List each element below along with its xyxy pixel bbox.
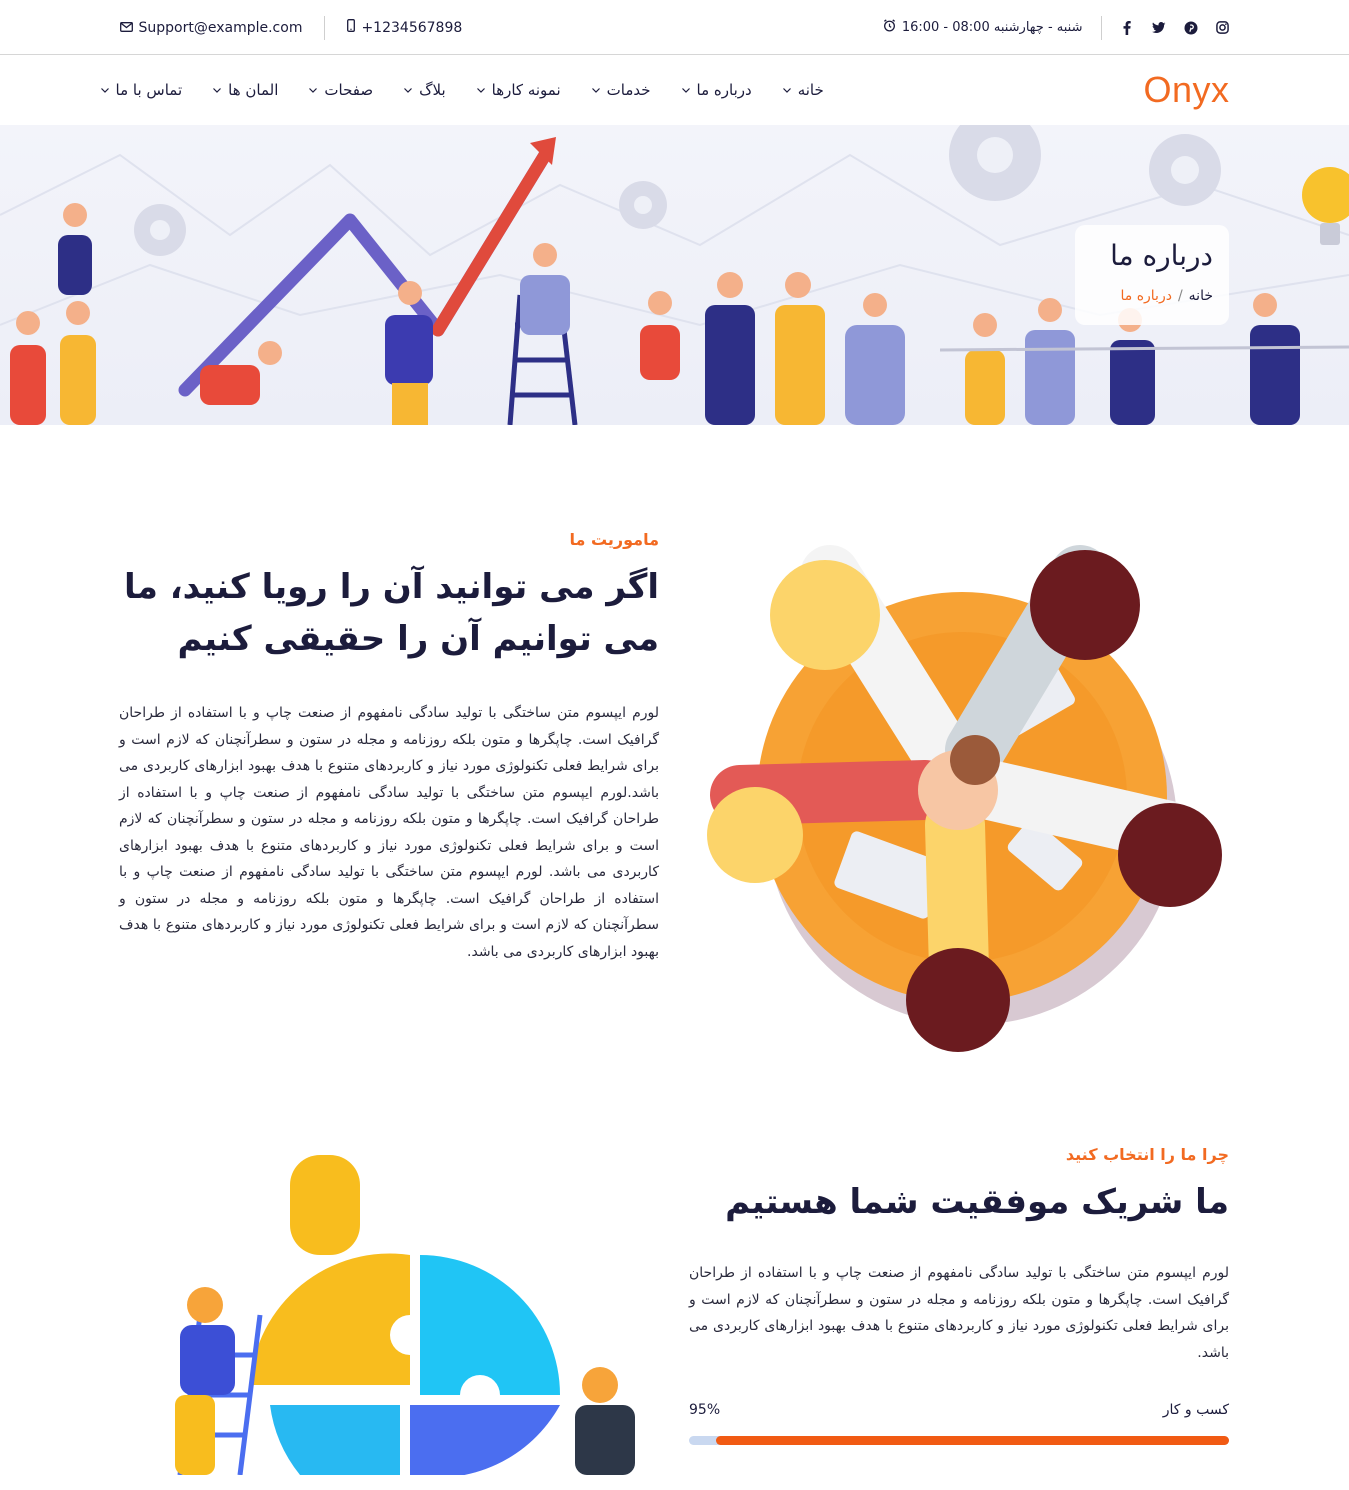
facebook-icon[interactable] <box>1120 20 1134 35</box>
nav-item-elements[interactable]: المان ها <box>212 81 278 99</box>
breadcrumb-separator: / <box>1177 288 1183 304</box>
progress-label: کسب و کار <box>1162 1402 1229 1418</box>
why-text: چرا ما را انتخاب کنید ما شریک موفقیت شما… <box>689 1145 1229 1445</box>
section-eyebrow: ماموریت ما <box>569 530 660 549</box>
page-hero-banner: درباره ما خانه / درباره ما <box>0 125 1349 425</box>
nav-item-label: خانه <box>797 81 824 99</box>
instagram-icon[interactable] <box>1216 21 1230 35</box>
chevron-down-icon <box>681 88 690 93</box>
chevron-down-icon <box>100 88 109 93</box>
working-hours: شنبه - چهارشنبه 08:00 - 16:00 <box>883 19 1083 36</box>
social-links <box>1120 20 1230 35</box>
nav-item-label: خدمات <box>606 81 651 99</box>
envelope-icon <box>119 20 133 36</box>
section-heading: ما شریک موفقیت شما هستیم <box>725 1182 1229 1222</box>
section-paragraph: لورم ایپسوم متن ساختگی با تولید سادگی نا… <box>689 1265 1229 1361</box>
mobile-phone-icon <box>347 19 356 36</box>
nav-item-label: المان ها <box>228 81 279 99</box>
chevron-down-icon <box>476 88 485 93</box>
progress-fill <box>716 1436 1229 1445</box>
nav-item-label: تماس با ما <box>115 81 183 99</box>
nav-item-blog[interactable]: بلاگ <box>403 81 446 99</box>
why-choose-us-section: چرا ما را انتخاب کنید ما شریک موفقیت شما… <box>0 1145 1349 1490</box>
nav-item-pages[interactable]: صفحات <box>308 81 373 99</box>
puzzle-team-illustration <box>175 1155 635 1475</box>
page-title: درباره ما <box>1110 239 1213 272</box>
email-contact[interactable]: Support@example.com <box>119 19 303 36</box>
nav-item-services[interactable]: خدمات <box>591 81 651 99</box>
chevron-down-icon <box>213 88 222 93</box>
phone-contact[interactable]: +1234567898 <box>347 19 462 36</box>
divider <box>324 15 326 40</box>
section-paragraph: لورم ایپسوم متن ساختگی با تولید سادگی نا… <box>119 705 659 960</box>
pinterest-icon[interactable] <box>1184 21 1198 35</box>
logo[interactable]: Onyx <box>1143 69 1229 111</box>
nav-item-label: صفحات <box>324 81 374 99</box>
progress-labels: کسب و کار 95% <box>689 1402 1229 1418</box>
progress-percentage: 95% <box>689 1402 721 1418</box>
top-bar-left: Support@example.com +1234567898 <box>119 15 462 40</box>
nav-item-label: نمونه کارها <box>491 81 561 99</box>
breadcrumb-home-link[interactable]: خانه <box>1189 288 1213 304</box>
email-text: Support@example.com <box>138 19 303 36</box>
nav-item-portfolio[interactable]: نمونه کارها <box>476 81 561 99</box>
main-navigation: Onyx خانه درباره ما خدمات نمونه کارها بل… <box>0 55 1349 125</box>
phone-text: +1234567898 <box>361 19 463 36</box>
skill-progress: کسب و کار 95% <box>689 1402 1229 1445</box>
chevron-down-icon <box>782 88 791 93</box>
hours-text: شنبه - چهارشنبه 08:00 - 16:00 <box>901 20 1083 35</box>
breadcrumb: خانه / درباره ما <box>1091 288 1213 304</box>
nav-item-label: بلاگ <box>419 81 446 99</box>
divider <box>1100 15 1102 40</box>
section-heading: اگر می توانید آن را رویا کنید، ما می توا… <box>124 567 659 659</box>
section-eyebrow: چرا ما را انتخاب کنید <box>1065 1145 1229 1164</box>
top-bar-right: شنبه - چهارشنبه 08:00 - 16:00 <box>883 15 1230 40</box>
nav-item-home[interactable]: خانه <box>782 81 824 99</box>
chevron-down-icon <box>404 88 413 93</box>
page-header-card: درباره ما خانه / درباره ما <box>1075 225 1229 325</box>
chevron-down-icon <box>309 88 318 93</box>
chevron-down-icon <box>591 88 600 93</box>
nav-item-about[interactable]: درباره ما <box>681 81 752 99</box>
breadcrumb-current: درباره ما <box>1120 288 1172 304</box>
alarm-clock-icon <box>883 19 896 36</box>
nav-item-contact[interactable]: تماس با ما <box>100 81 183 99</box>
nav-menu: خانه درباره ما خدمات نمونه کارها بلاگ صف… <box>100 81 824 99</box>
nav-item-label: درباره ما <box>696 81 752 99</box>
mission-section: ماموریت ما اگر می توانید آن را رویا کنید… <box>0 425 1349 1145</box>
twitter-icon[interactable] <box>1151 21 1166 35</box>
mission-text: ماموریت ما اگر می توانید آن را رویا کنید… <box>119 530 659 965</box>
team-hands-illustration <box>707 545 1222 1052</box>
top-bar: شنبه - چهارشنبه 08:00 - 16:00 Support@ex… <box>0 0 1349 55</box>
progress-track <box>689 1436 1229 1445</box>
